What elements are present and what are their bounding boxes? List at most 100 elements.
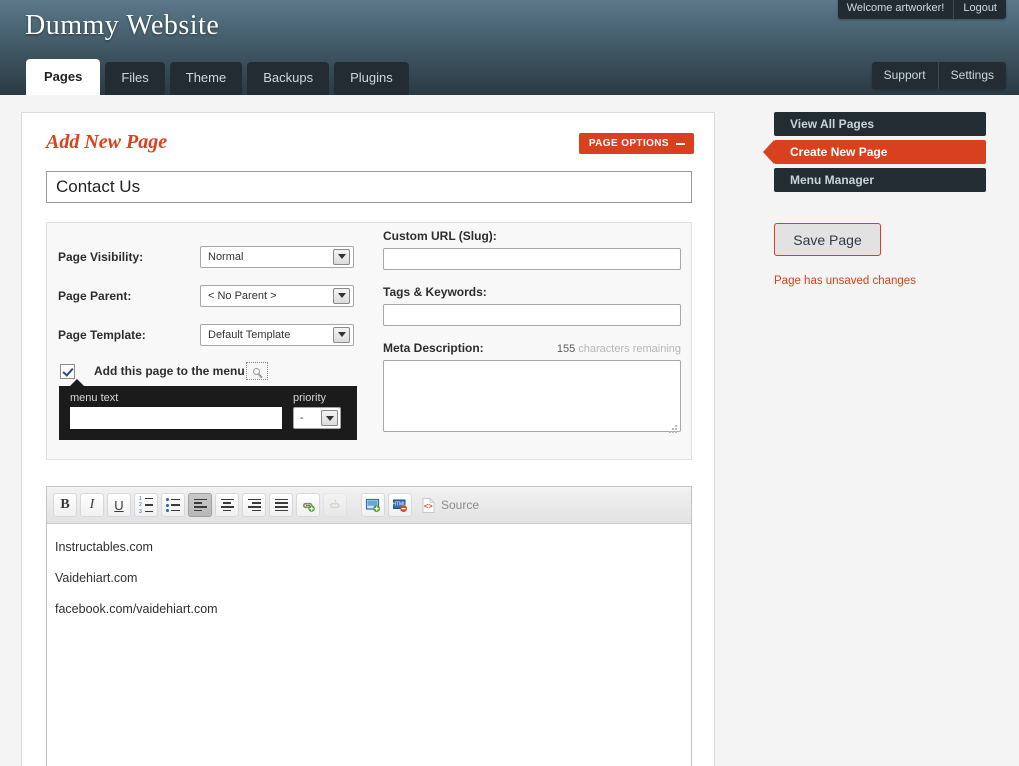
welcome-label: Welcome artworker! [846, 2, 945, 14]
align-right-icon [247, 498, 261, 512]
chevron-down-icon [333, 248, 350, 265]
align-right-button[interactable] [242, 493, 266, 517]
meta-description-label: Meta Description: [383, 341, 484, 355]
add-to-menu-label: Add this page to the menu [94, 364, 245, 378]
insert-html-button[interactable]: HTML [388, 493, 412, 517]
chevron-down-icon [333, 287, 350, 304]
page-parent-select[interactable]: < No Parent > [200, 284, 354, 307]
align-justify-button[interactable] [269, 493, 293, 517]
unlink-icon [330, 499, 340, 509]
custom-url-input[interactable] [383, 248, 681, 270]
meta-description-header: Meta Description: 155 characters remaini… [383, 341, 681, 355]
numbered-list-button[interactable]: 1 2 3 [134, 493, 158, 517]
settings-link[interactable]: Settings [937, 62, 1006, 89]
underline-button[interactable]: U [107, 493, 131, 517]
bulleted-list-button[interactable] [161, 493, 185, 517]
logout-link[interactable]: Logout [953, 0, 1006, 19]
rich-text-editor: B I U 1 2 3 HTML <> Source Instructables… [46, 486, 692, 766]
page-visibility-select[interactable]: Normal [200, 245, 354, 268]
chevron-down-icon [333, 326, 350, 343]
field-tags-keywords: Tags & Keywords: [383, 285, 683, 326]
page-visibility-label: Page Visibility: [58, 249, 144, 264]
tab-files[interactable]: Files [105, 62, 165, 95]
italic-button[interactable]: I [80, 493, 104, 517]
unsaved-changes-notice: Page has unsaved changes [774, 275, 916, 287]
editor-line: Instructables.com [55, 540, 153, 554]
editor-line: facebook.com/vaidehiart.com [55, 602, 218, 616]
support-settings-box: Support Settings [871, 62, 1006, 89]
unlink-button [323, 493, 347, 517]
meta-count-number: 155 [556, 343, 576, 355]
tab-pages[interactable]: Pages [26, 59, 101, 95]
meta-description-textarea[interactable] [383, 360, 681, 432]
support-link[interactable]: Support [872, 62, 938, 89]
top-header: Dummy Website Welcome artworker! Logout … [0, 0, 1019, 95]
field-page-visibility: Page Visibility: Normal [58, 237, 368, 276]
add-to-menu-row: Add this page to the menu [58, 362, 368, 380]
site-title: Dummy Website [25, 10, 220, 41]
tab-theme[interactable]: Theme [169, 62, 243, 95]
source-label: Source [441, 498, 480, 512]
bold-icon: B [60, 497, 70, 512]
insert-image-button[interactable] [361, 493, 385, 517]
page-body: Add New Page PAGE OPTIONS Page Visibilit… [0, 95, 1019, 766]
bold-button[interactable]: B [53, 493, 77, 517]
sidebar-item-view-all-pages[interactable]: View All Pages [774, 112, 986, 136]
italic-icon: I [89, 497, 95, 512]
align-center-button[interactable] [215, 493, 239, 517]
page-parent-label: Page Parent: [58, 288, 132, 303]
source-code-icon: <> [422, 497, 435, 513]
align-justify-icon [274, 498, 288, 512]
bulleted-list-icon [166, 498, 180, 512]
main-content-panel: Add New Page PAGE OPTIONS Page Visibilit… [21, 112, 715, 766]
field-meta-description: Meta Description: 155 characters remaini… [383, 341, 683, 437]
editor-toolbar: B I U 1 2 3 HTML <> Source [47, 487, 691, 524]
insert-link-button[interactable] [296, 493, 320, 517]
menu-text-label: menu text [70, 392, 119, 404]
page-title-input[interactable] [46, 171, 692, 203]
numbered-list-icon: 1 2 3 [139, 496, 153, 514]
editor-line: Vaidehiart.com [55, 571, 138, 585]
page-header-row: Add New Page PAGE OPTIONS [22, 113, 714, 171]
user-account-box: Welcome artworker! Logout [837, 0, 1006, 19]
meta-characters-remaining: 155 characters remaining [557, 343, 681, 355]
save-page-button[interactable]: Save Page [774, 223, 881, 256]
align-center-icon [220, 498, 234, 512]
page-options-panel: Page Visibility: Normal Page Parent: < N… [46, 222, 692, 460]
main-tabs: Pages Files Theme Backups Plugins [26, 59, 409, 95]
page-title: Add New Page [46, 131, 168, 153]
page-visibility-value: Normal [208, 250, 244, 263]
page-template-label: Page Template: [58, 327, 146, 342]
menu-text-input[interactable] [70, 407, 282, 429]
source-button[interactable]: <> Source [415, 493, 487, 517]
priority-value: - [300, 412, 304, 424]
svg-text:<>: <> [424, 501, 433, 510]
right-sidebar: View All Pages Create New Page Menu Mana… [763, 112, 986, 287]
field-page-template: Page Template: Default Template [58, 315, 368, 354]
html-icon: HTML [392, 499, 407, 512]
page-template-select[interactable]: Default Template [200, 323, 354, 346]
sidebar-item-menu-manager[interactable]: Menu Manager [774, 168, 986, 192]
tab-plugins[interactable]: Plugins [334, 62, 409, 95]
meta-count-suffix: characters remaining [578, 343, 681, 355]
link-icon [303, 502, 315, 512]
custom-url-label: Custom URL (Slug): [383, 229, 497, 243]
field-custom-url: Custom URL (Slug): [383, 229, 683, 270]
add-to-menu-checkbox[interactable] [60, 363, 75, 379]
priority-label: priority [293, 392, 327, 404]
priority-select[interactable]: - [293, 407, 341, 429]
sidebar-item-create-new-page[interactable]: Create New Page [763, 140, 986, 164]
search-icon[interactable] [245, 362, 268, 380]
collapse-minus-icon [676, 142, 685, 145]
page-options-button[interactable]: PAGE OPTIONS [578, 133, 694, 154]
tags-keywords-label: Tags & Keywords: [383, 285, 487, 299]
align-left-button[interactable] [188, 493, 212, 517]
chevron-down-icon [321, 410, 338, 426]
image-icon [365, 498, 380, 512]
tab-backups[interactable]: Backups [247, 62, 330, 95]
field-page-parent: Page Parent: < No Parent > [58, 276, 368, 315]
menu-entry-popover: menu text priority - [59, 379, 357, 440]
editor-content-area[interactable]: Instructables.com Vaidehiart.com faceboo… [47, 524, 691, 766]
options-left-column: Page Visibility: Normal Page Parent: < N… [58, 237, 368, 440]
tags-keywords-input[interactable] [383, 304, 681, 326]
